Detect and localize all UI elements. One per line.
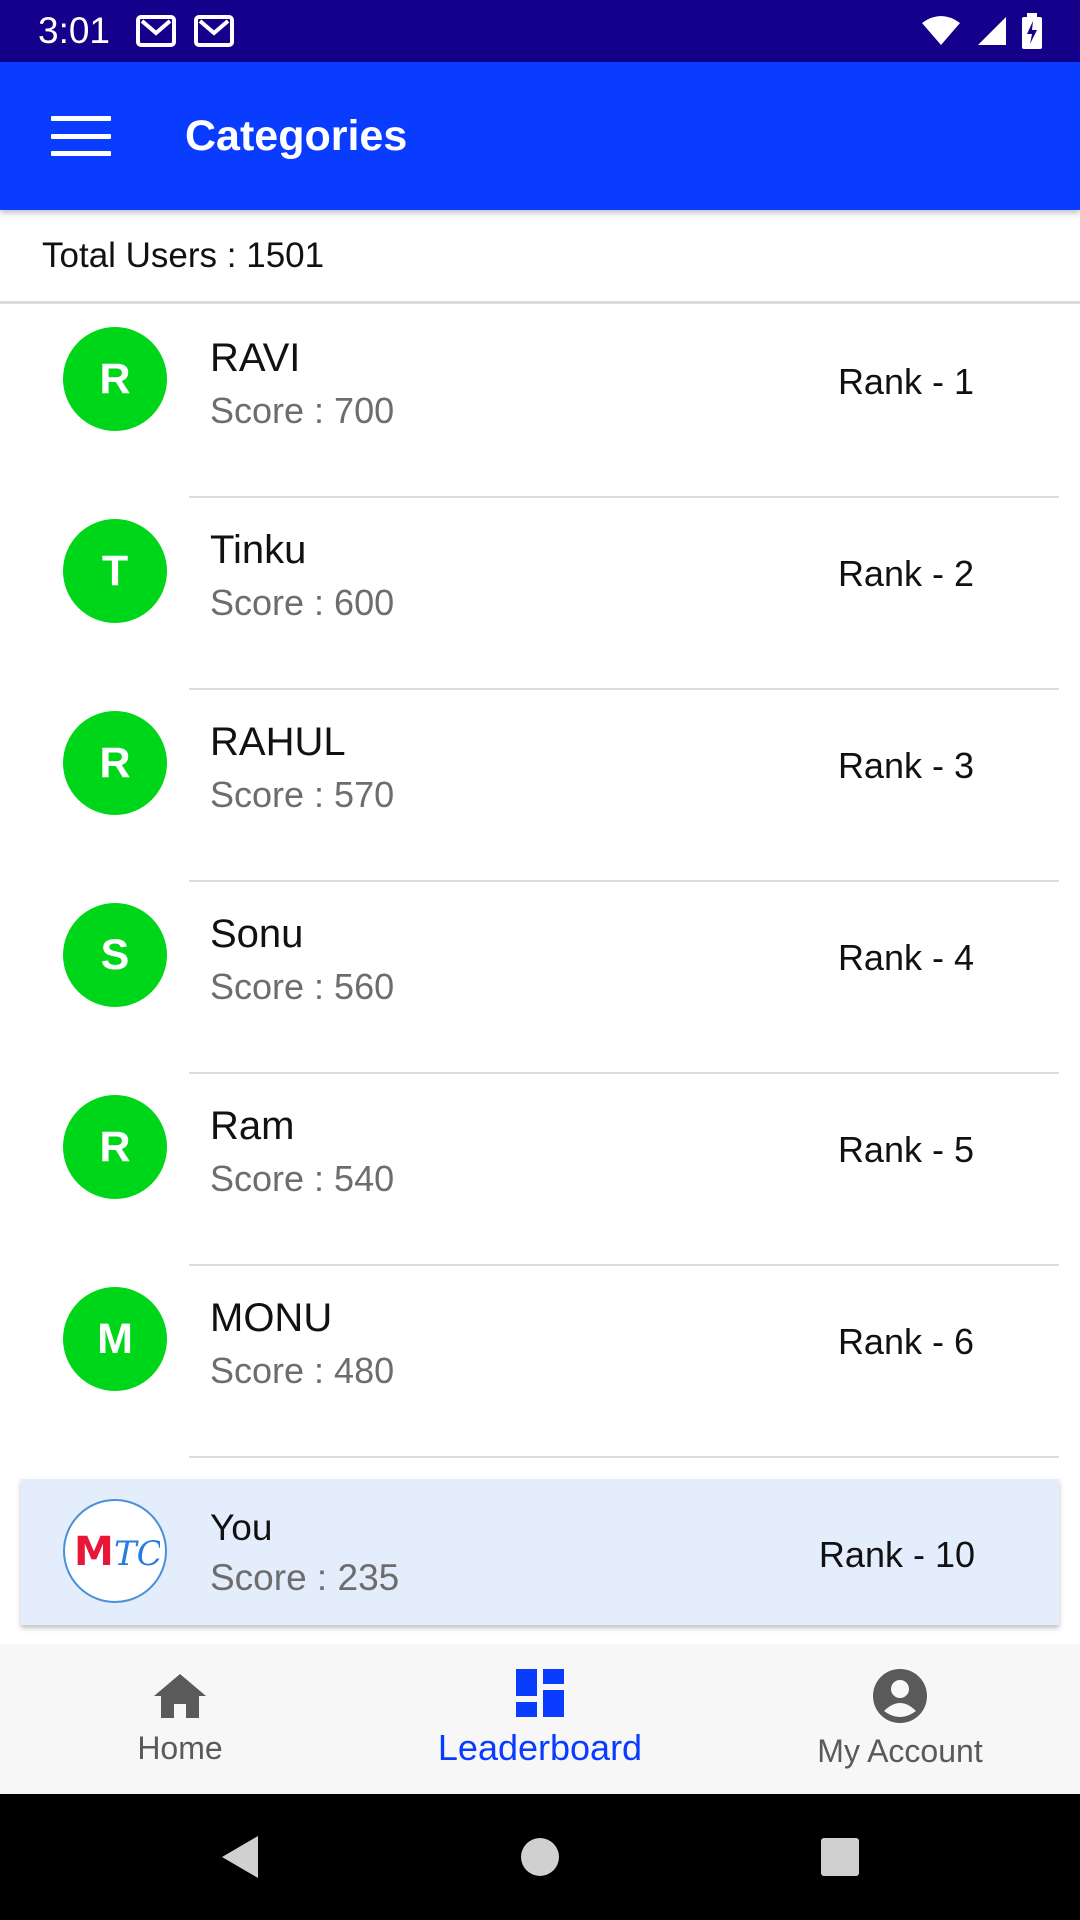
avatar: T <box>63 519 167 623</box>
user-name: RAVI <box>210 336 301 380</box>
dashboard-icon <box>516 1669 564 1717</box>
user-name: Sonu <box>210 912 304 956</box>
user-rank: Rank - 1 <box>837 361 974 402</box>
nav-label: My Account <box>817 1732 983 1769</box>
user-rank: Rank - 10 <box>818 1534 975 1575</box>
leaderboard-row[interactable]: S Sonu Score : 560 Rank - 4 <box>0 882 1080 1074</box>
bottom-navigation: Home Leaderboard My Account <box>0 1644 1080 1794</box>
leaderboard-row[interactable]: R RAVI Score : 700 Rank - 1 <box>0 306 1080 498</box>
user-score: Score : 700 <box>210 390 395 431</box>
system-navigation-bar <box>0 1794 1080 1920</box>
user-score: Score : 560 <box>210 966 395 1007</box>
current-user-card[interactable]: M TC You Score : 235 Rank - 10 <box>21 1479 1059 1625</box>
user-score: Score : 540 <box>210 1158 395 1199</box>
page-title: Categories <box>185 111 408 160</box>
avatar: S <box>63 903 167 1007</box>
menu-icon[interactable] <box>51 116 111 156</box>
user-rank: Rank - 6 <box>837 1321 974 1362</box>
account-circle-icon <box>873 1668 927 1723</box>
user-score: Score : 570 <box>210 774 395 815</box>
battery-icon <box>1022 13 1042 49</box>
leaderboard-row[interactable]: R Ram Score : 540 Rank - 5 <box>0 1074 1080 1266</box>
avatar: R <box>63 711 167 815</box>
nav-label: Leaderboard <box>437 1727 643 1768</box>
user-score: Score : 480 <box>210 1350 395 1391</box>
app-bar: Categories <box>0 62 1080 210</box>
status-time: 3:01 <box>38 10 111 51</box>
leaderboard-row[interactable]: R RAHUL Score : 570 Rank - 3 <box>0 690 1080 882</box>
user-name: MONU <box>210 1296 333 1340</box>
status-icons <box>920 13 1042 49</box>
gmail-icon <box>194 15 235 47</box>
avatar: M <box>63 1287 167 1391</box>
status-bar: 3:01 <box>0 0 1080 62</box>
nav-home[interactable]: Home <box>0 1644 360 1794</box>
signal-icon <box>978 17 1006 45</box>
nav-label: Home <box>137 1729 223 1766</box>
divider <box>189 1456 1059 1458</box>
user-rank: Rank - 2 <box>837 553 974 594</box>
gmail-icon <box>136 15 177 47</box>
leaderboard-row[interactable]: T Tinku Score : 600 Rank - 2 <box>0 498 1080 690</box>
total-users-label: Total Users : 1501 <box>0 210 1080 304</box>
svg-text:M: M <box>74 1529 114 1575</box>
avatar: R <box>63 327 167 431</box>
user-rank: Rank - 5 <box>837 1129 974 1170</box>
leaderboard-row[interactable]: M MONU Score : 480 Rank - 6 <box>0 1266 1080 1458</box>
user-name: RAHUL <box>210 720 346 764</box>
mtc-logo: M TC <box>63 1499 167 1603</box>
user-name: Ram <box>210 1104 295 1148</box>
user-score: Score : 600 <box>210 582 395 623</box>
user-score: Score : 235 <box>210 1557 400 1598</box>
user-name: You <box>210 1507 273 1548</box>
user-name: Tinku <box>210 528 307 572</box>
user-rank: Rank - 4 <box>837 937 974 978</box>
leaderboard-list: R RAVI Score : 700 Rank - 1 T Tinku Scor… <box>0 306 1080 1458</box>
home-icon <box>154 1673 206 1718</box>
home-circle-icon[interactable] <box>390 1837 690 1877</box>
nav-leaderboard[interactable]: Leaderboard <box>360 1644 720 1794</box>
user-rank: Rank - 3 <box>837 745 974 786</box>
recents-icon[interactable] <box>690 1837 990 1877</box>
nav-my-account[interactable]: My Account <box>720 1644 1080 1794</box>
avatar: R <box>63 1095 167 1199</box>
wifi-icon <box>922 16 960 45</box>
svg-text:TC: TC <box>114 1534 160 1574</box>
back-icon[interactable] <box>90 1834 390 1880</box>
